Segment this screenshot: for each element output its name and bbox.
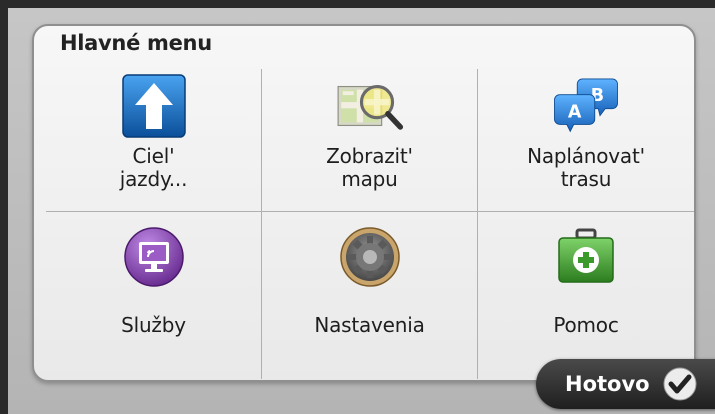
map-magnifier-icon bbox=[335, 71, 405, 141]
menu-item-settings[interactable]: Nastavenia bbox=[262, 212, 478, 379]
menu-item-label: Pomoc bbox=[553, 313, 619, 337]
arrow-up-icon bbox=[119, 71, 189, 141]
menu-item-label: Zobrazit' mapu bbox=[326, 144, 413, 191]
menu-item-label: Služby bbox=[121, 313, 186, 337]
page-title: Hlavné menu bbox=[60, 31, 212, 55]
menu-item-services[interactable]: Služby bbox=[46, 212, 262, 379]
menu-item-label: Naplánovat' trasu bbox=[527, 144, 645, 191]
route-ab-icon: B A bbox=[551, 71, 621, 141]
services-monitor-icon bbox=[119, 222, 189, 292]
menu-item-help[interactable]: Pomoc bbox=[478, 212, 694, 379]
settings-gear-icon bbox=[335, 222, 405, 292]
checkmark-icon bbox=[662, 366, 698, 402]
done-button-label: Hotovo bbox=[565, 372, 650, 396]
done-button[interactable]: Hotovo bbox=[536, 359, 715, 409]
menu-item-label: Ciel' jazdy... bbox=[119, 144, 188, 191]
menu-grid: Ciel' jazdy... Zobrazit' mapu B A Naplán… bbox=[46, 69, 694, 379]
menu-item-destination[interactable]: Ciel' jazdy... bbox=[46, 69, 262, 212]
menu-item-label: Nastavenia bbox=[314, 313, 425, 337]
svg-text:A: A bbox=[568, 102, 582, 122]
menu-item-plan-route[interactable]: B A Naplánovat' trasu bbox=[478, 69, 694, 212]
help-medkit-icon bbox=[551, 222, 621, 292]
menu-item-view-map[interactable]: Zobrazit' mapu bbox=[262, 69, 478, 212]
